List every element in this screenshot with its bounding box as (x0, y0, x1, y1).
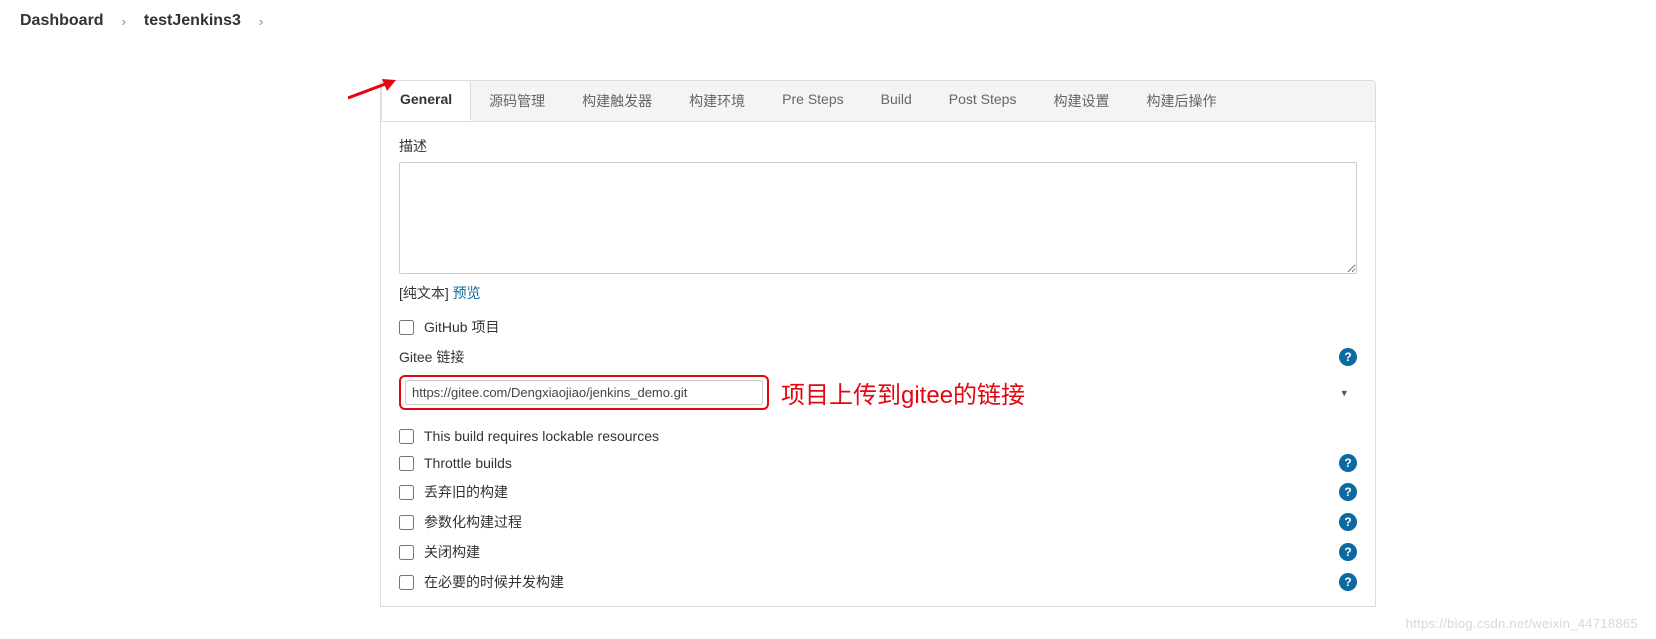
gitee-row: 项目上传到gitee的链接 ▾ (399, 375, 1357, 410)
option-lockable-row: This build requires lockable resources (399, 428, 1357, 444)
option-discard-checkbox[interactable] (399, 485, 414, 500)
option-throttle-checkbox[interactable] (399, 456, 414, 471)
tab-build[interactable]: Build (863, 81, 931, 121)
chevron-down-icon[interactable]: ▾ (1341, 386, 1347, 399)
option-disable-row: 关闭构建 ? (399, 542, 1357, 562)
description-hint: [纯文本] 预览 (399, 283, 1357, 303)
help-icon[interactable]: ? (1339, 573, 1357, 591)
option-param-checkbox[interactable] (399, 515, 414, 530)
tab-postbuild[interactable]: 构建后操作 (1128, 81, 1235, 121)
breadcrumb-project[interactable]: testJenkins3 (144, 12, 241, 30)
help-icon[interactable]: ? (1339, 513, 1357, 531)
github-project-row: GitHub 项目 (399, 317, 1357, 337)
option-lockable-label[interactable]: This build requires lockable resources (424, 428, 659, 444)
tab-general[interactable]: General (381, 80, 471, 121)
github-project-label[interactable]: GitHub 项目 (424, 317, 499, 337)
chevron-right-icon: › (122, 14, 126, 29)
options-group: This build requires lockable resources T… (399, 428, 1357, 592)
watermark-text: https://blog.csdn.net/weixin_44718865 (1406, 616, 1638, 631)
description-label: 描述 (399, 136, 1357, 156)
description-textarea[interactable] (399, 162, 1357, 274)
gitee-input[interactable] (405, 380, 763, 405)
gitee-label-row: Gitee 链接 ? (399, 347, 1357, 367)
tab-source[interactable]: 源码管理 (471, 81, 564, 121)
gitee-highlight-box (399, 375, 769, 410)
tab-buildsettings[interactable]: 构建设置 (1035, 81, 1128, 121)
tab-env[interactable]: 构建环境 (671, 81, 764, 121)
breadcrumb: Dashboard › testJenkins3 › (0, 0, 1656, 42)
option-discard-label[interactable]: 丢弃旧的构建 (424, 482, 508, 502)
option-throttle-row: Throttle builds ? (399, 454, 1357, 472)
format-plain-text: [纯文本] (399, 285, 449, 301)
gitee-annotation-text: 项目上传到gitee的链接 (781, 375, 1025, 410)
option-concurrent-checkbox[interactable] (399, 575, 414, 590)
option-disable-checkbox[interactable] (399, 545, 414, 560)
tab-triggers[interactable]: 构建触发器 (564, 81, 671, 121)
option-lockable-checkbox[interactable] (399, 429, 414, 444)
help-icon[interactable]: ? (1339, 348, 1357, 366)
option-disable-label[interactable]: 关闭构建 (424, 542, 480, 562)
tab-presteps[interactable]: Pre Steps (764, 81, 862, 121)
help-icon[interactable]: ? (1339, 543, 1357, 561)
option-param-label[interactable]: 参数化构建过程 (424, 512, 522, 532)
help-icon[interactable]: ? (1339, 454, 1357, 472)
breadcrumb-dashboard[interactable]: Dashboard (20, 12, 104, 30)
option-concurrent-label[interactable]: 在必要的时候并发构建 (424, 572, 564, 592)
tab-poststeps[interactable]: Post Steps (931, 81, 1036, 121)
form-body: 描述 [纯文本] 预览 GitHub 项目 Gitee 链接 ? 项目上传到gi… (381, 122, 1375, 606)
help-icon[interactable]: ? (1339, 483, 1357, 501)
preview-link[interactable]: 预览 (453, 285, 481, 301)
gitee-label: Gitee 链接 (399, 347, 464, 367)
option-discard-row: 丢弃旧的构建 ? (399, 482, 1357, 502)
config-panel: General 源码管理 构建触发器 构建环境 Pre Steps Build … (380, 80, 1376, 607)
option-throttle-label[interactable]: Throttle builds (424, 455, 512, 471)
github-project-checkbox[interactable] (399, 320, 414, 335)
option-concurrent-row: 在必要的时候并发构建 ? (399, 572, 1357, 592)
option-param-row: 参数化构建过程 ? (399, 512, 1357, 532)
config-tabs: General 源码管理 构建触发器 构建环境 Pre Steps Build … (381, 81, 1375, 122)
chevron-right-icon: › (259, 14, 263, 29)
